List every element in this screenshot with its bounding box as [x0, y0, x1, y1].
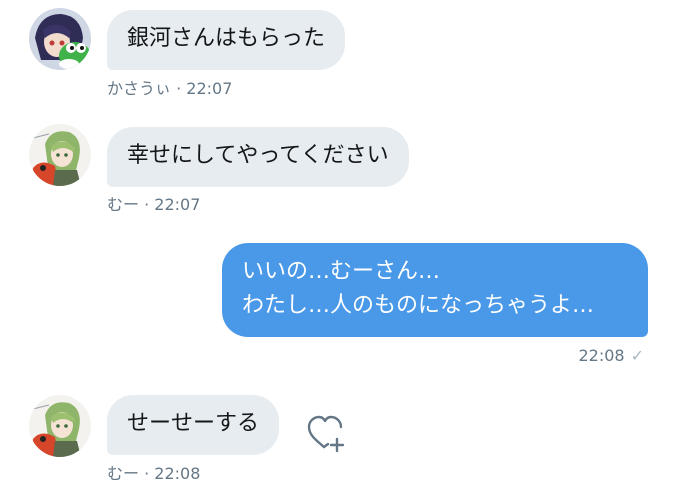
message-bubble[interactable]: 銀河さんはもらった: [107, 10, 346, 70]
message-text: 銀河さんはもらった: [127, 26, 326, 51]
message-text-line: いいの…むーさん…: [242, 259, 441, 284]
timestamp: 22:08: [578, 346, 625, 365]
heart-plus-icon[interactable]: [306, 413, 350, 453]
message-meta: むー · 22:08: [107, 464, 200, 484]
timestamp: 22:07: [186, 79, 233, 98]
message-bubble[interactable]: せーせーする: [107, 395, 280, 455]
avatar[interactable]: [29, 8, 91, 70]
timestamp: 22:07: [154, 195, 201, 214]
message-text: せーせーする: [127, 411, 260, 436]
avatar[interactable]: [29, 395, 91, 457]
character-avatar-icon: [29, 8, 91, 70]
meta-separator: ·: [171, 79, 187, 98]
message-text-line: わたし…人のものになっちゃうよ…: [242, 293, 595, 318]
message-meta: 22:08 ✓: [578, 346, 644, 366]
meta-separator: ·: [139, 195, 155, 214]
message-meta: むー · 22:07: [107, 195, 200, 215]
timestamp: 22:08: [154, 464, 201, 483]
message-bubble-outgoing[interactable]: いいの…むーさん… わたし…人のものになっちゃうよ…: [222, 243, 648, 337]
meta-separator: ·: [139, 464, 155, 483]
sender-name: むー: [107, 195, 140, 214]
sender-name: むー: [107, 464, 140, 483]
checkmark-icon: ✓: [630, 346, 644, 365]
avatar[interactable]: [29, 124, 91, 186]
sender-name: かさうぃ: [107, 79, 172, 98]
character-avatar-icon: [29, 395, 91, 457]
message-meta: かさうぃ · 22:07: [107, 79, 232, 99]
message-text: 幸せにしてやってください: [127, 143, 389, 168]
message-bubble[interactable]: 幸せにしてやってください: [107, 127, 409, 187]
character-avatar-icon: [29, 124, 91, 186]
